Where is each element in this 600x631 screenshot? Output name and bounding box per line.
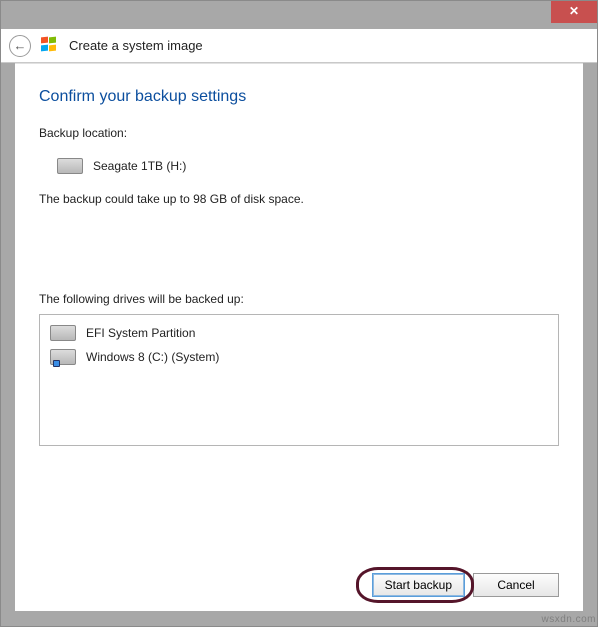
window-title: Create a system image <box>69 38 203 53</box>
arrow-left-icon: ← <box>14 38 27 53</box>
drives-listbox[interactable]: EFI System Partition Windows 8 (C:) (Sys… <box>39 314 559 446</box>
system-drive-icon <box>50 349 76 365</box>
windows-flag-icon <box>41 37 59 55</box>
titlebar: ✕ <box>1 1 597 29</box>
backup-location-row: Seagate 1TB (H:) <box>57 158 559 174</box>
close-button[interactable]: ✕ <box>551 1 597 23</box>
drive-name: EFI System Partition <box>86 326 195 340</box>
cancel-button[interactable]: Cancel <box>473 573 559 597</box>
drives-list-label: The following drives will be backed up: <box>39 292 559 306</box>
drive-name: Windows 8 (C:) (System) <box>86 350 219 364</box>
watermark: wsxdn.com <box>541 614 596 625</box>
page-heading: Confirm your backup settings <box>39 88 559 106</box>
hard-drive-icon <box>50 325 76 341</box>
list-item[interactable]: Windows 8 (C:) (System) <box>44 345 554 369</box>
content-panel: Confirm your backup settings Backup loca… <box>15 63 583 611</box>
footer-buttons: Start backup Cancel <box>372 573 559 597</box>
hard-drive-icon <box>57 158 83 174</box>
start-backup-button[interactable]: Start backup <box>372 573 465 597</box>
dialog-window: ✕ ← Create a system image Confirm your b… <box>0 0 598 627</box>
backup-location-label: Backup location: <box>39 126 559 140</box>
close-icon: ✕ <box>569 4 579 18</box>
back-button[interactable]: ← <box>9 35 31 57</box>
list-item[interactable]: EFI System Partition <box>44 321 554 345</box>
backup-location-value: Seagate 1TB (H:) <box>93 159 186 173</box>
disk-space-note: The backup could take up to 98 GB of dis… <box>39 192 559 206</box>
header-row: ← Create a system image <box>1 29 597 63</box>
